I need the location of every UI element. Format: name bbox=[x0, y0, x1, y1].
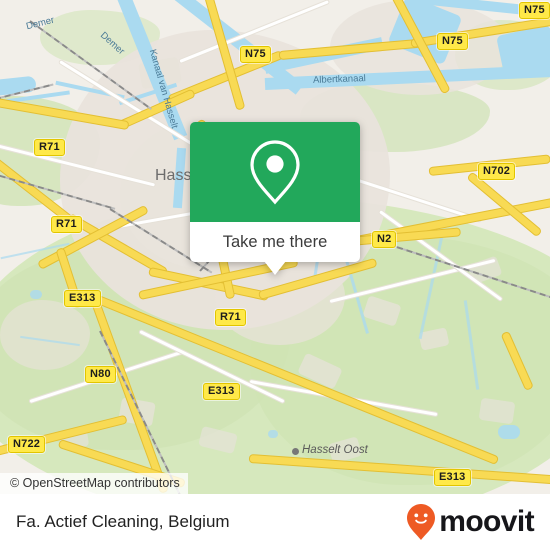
popup-pointer-tail bbox=[264, 261, 286, 275]
popup-cta[interactable]: Take me there bbox=[190, 222, 360, 262]
map-pond bbox=[30, 290, 42, 299]
map-label-city-hasselt: Hass bbox=[155, 167, 192, 184]
moovit-brand[interactable]: moovit bbox=[406, 503, 535, 541]
road-shield: N75 bbox=[519, 2, 550, 19]
road-shield: E313 bbox=[434, 469, 471, 486]
moovit-smiley-pin-icon bbox=[407, 504, 436, 540]
moovit-wordmark: moovit bbox=[439, 505, 534, 538]
map-label-albertkanaal: Albertkanaal bbox=[312, 73, 366, 86]
map-screenshot: Demer Demer Kanaal van Hasselt Albertkan… bbox=[0, 0, 550, 550]
road-shield: N702 bbox=[478, 163, 516, 180]
popup-header bbox=[190, 122, 360, 222]
road-shield: N722 bbox=[8, 436, 46, 453]
map-label-station-hasselt-oost: Hasselt Oost bbox=[302, 444, 368, 456]
road-shield: N80 bbox=[85, 366, 116, 383]
page-footer: Fa. Actief Cleaning, Belgium moovit bbox=[0, 494, 550, 550]
road-shield: E313 bbox=[64, 290, 101, 307]
popup-cta-label: Take me there bbox=[222, 232, 328, 251]
road-shield: N75 bbox=[240, 46, 271, 63]
location-popup[interactable]: Take me there bbox=[190, 122, 360, 275]
station-dot-icon bbox=[292, 448, 299, 455]
map-pin-icon bbox=[250, 140, 300, 205]
road-shield: N75 bbox=[437, 33, 468, 50]
osm-attribution[interactable]: © OpenStreetMap contributors bbox=[0, 473, 188, 494]
road-shield: E313 bbox=[203, 383, 240, 400]
road-shield: R71 bbox=[51, 216, 82, 233]
road-shield: R71 bbox=[34, 139, 65, 156]
map-urban-area bbox=[0, 300, 90, 370]
road-shield: R71 bbox=[215, 309, 246, 326]
map-pond bbox=[268, 430, 278, 438]
location-caption: Fa. Actief Cleaning, Belgium bbox=[16, 512, 230, 531]
map-pond bbox=[498, 425, 520, 439]
map-parcel bbox=[478, 397, 516, 425]
road-shield: N2 bbox=[372, 231, 397, 248]
